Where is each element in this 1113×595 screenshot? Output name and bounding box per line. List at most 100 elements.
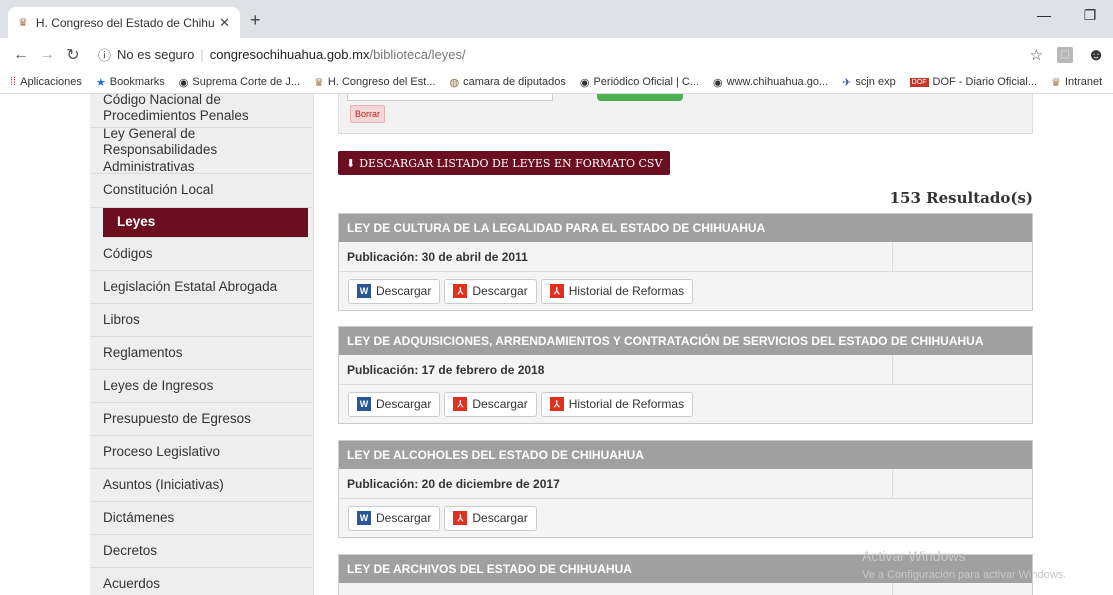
- law-card: LEY DE ALCOHOLES DEL ESTADO DE CHIHUAHUA…: [338, 440, 1033, 538]
- window-controls: — ❐: [1021, 0, 1113, 30]
- sidebar-item-libros[interactable]: Libros: [90, 304, 313, 337]
- pdf-icon: ⅄: [549, 397, 564, 411]
- tab-bar: ♛ H. Congreso del Estado de Chihu ✕ + — …: [0, 0, 1113, 38]
- sidebar-item-asuntos[interactable]: Asuntos (Iniciativas): [90, 469, 313, 502]
- pdf-icon: ⅄: [549, 284, 564, 298]
- globe-icon: ◉: [579, 76, 590, 89]
- main-content: Borrar ⬇ DESCARGAR LISTADO DE LEYES EN F…: [314, 94, 1113, 595]
- apps-grid-icon: ⁞⁞: [10, 76, 17, 88]
- dof-icon: DOF: [909, 77, 929, 87]
- law-title: LEY DE CULTURA DE LA LEGALIDAD PARA EL E…: [339, 214, 1032, 242]
- address-bar[interactable]: ⓘ No es seguro | congresochihuahua.gob.m…: [90, 42, 1020, 68]
- law-publication: Publicación: 17 de febrero de 2018: [339, 355, 1032, 385]
- download-word-button[interactable]: W Descargar: [348, 391, 441, 417]
- law-card: LEY DE ADQUISICIONES, ARRENDAMIENTOS Y C…: [338, 326, 1033, 424]
- url-host: congresochihuahua.gob.mx: [209, 47, 370, 62]
- star-icon: ★: [95, 76, 106, 89]
- pdf-icon: ⅄: [453, 397, 468, 411]
- law-title: LEY DE ALCOHOLES DEL ESTADO DE CHIHUAHUA: [339, 441, 1032, 469]
- download-icon: ⬇: [346, 156, 356, 170]
- restore-icon[interactable]: ❐: [1067, 0, 1113, 30]
- security-label: No es seguro: [117, 47, 195, 62]
- camara-icon: ◍: [449, 76, 460, 89]
- toolbar-actions: ☆ ⬚ ☻: [1030, 45, 1105, 65]
- download-word-button[interactable]: W Descargar: [348, 505, 441, 531]
- bookmark-bookmarks[interactable]: ★ Bookmarks: [96, 76, 165, 89]
- download-pdf-button[interactable]: ⅄ Descargar: [444, 391, 537, 417]
- new-tab-button[interactable]: +: [250, 10, 261, 31]
- pdf-icon: ⅄: [453, 511, 468, 525]
- download-word-button[interactable]: W Descargar: [348, 278, 441, 304]
- page-content: Código Nacional de Procedimientos Penale…: [0, 94, 1113, 595]
- sidebar-item-reglamentos[interactable]: Reglamentos: [90, 337, 313, 370]
- windows-activation-title: Activar Windows: [862, 548, 966, 564]
- info-icon[interactable]: ⓘ: [98, 45, 111, 64]
- bookmark-camara[interactable]: ◍ camara de diputados: [450, 76, 566, 89]
- clear-filter-button[interactable]: Borrar: [350, 105, 386, 123]
- close-tab-icon[interactable]: ✕: [219, 15, 230, 31]
- bookmark-chihuahua[interactable]: ◉ www.chihuahua.go...: [713, 76, 828, 89]
- bookmark-suprema[interactable]: ◉ Suprema Corte de J...: [179, 76, 300, 89]
- reform-history-button[interactable]: ⅄ Historial de Reformas: [540, 391, 694, 417]
- search-input[interactable]: [347, 94, 553, 101]
- sidebar-item-codigo-nacional[interactable]: Código Nacional de Procedimientos Penale…: [90, 94, 313, 128]
- law-publication: [339, 583, 1032, 595]
- bookmark-scjn[interactable]: ✈ scjn exp: [842, 76, 896, 89]
- word-icon: W: [357, 284, 371, 298]
- law-actions: W Descargar ⅄ Descargar ⅄ Historial de Refo…: [339, 272, 1032, 310]
- law-publication: Publicación: 30 de abril de 2011: [339, 242, 1032, 272]
- sidebar-item-decretos[interactable]: Decretos: [90, 535, 313, 568]
- law-actions: W Descargar ⅄ Descargar ⅄ Historial de Refo…: [339, 385, 1032, 423]
- word-icon: W: [357, 397, 371, 411]
- bookmark-congreso[interactable]: ♛ H. Congreso del Est...: [314, 76, 435, 89]
- download-csv-button[interactable]: ⬇ DESCARGAR LISTADO DE LEYES EN FORMATO …: [338, 151, 671, 175]
- bookmark-intranet[interactable]: ♛ Intranet: [1051, 76, 1102, 89]
- download-pdf-button[interactable]: ⅄ Descargar: [444, 505, 537, 531]
- bookmark-star-icon[interactable]: ☆: [1030, 46, 1043, 64]
- forward-icon[interactable]: →: [34, 46, 60, 64]
- globe-icon: ◉: [713, 76, 723, 89]
- sidebar-item-codigos[interactable]: Códigos: [90, 238, 313, 271]
- browser-toolbar: ← → ↻ ⓘ No es seguro | congresochihuahua…: [0, 38, 1113, 71]
- scjn-icon: ✈: [842, 76, 852, 89]
- law-publication: Publicación: 20 de diciembre de 2017: [339, 469, 1032, 499]
- profile-icon[interactable]: ☻: [1087, 45, 1105, 65]
- browser-tab[interactable]: ♛ H. Congreso del Estado de Chihu ✕: [8, 7, 240, 38]
- word-icon: W: [357, 511, 371, 525]
- sidebar-item-leyes[interactable]: Leyes: [103, 208, 308, 238]
- reload-icon[interactable]: ↻: [60, 45, 86, 65]
- search-button[interactable]: [597, 94, 683, 101]
- congreso-icon: ♛: [1051, 76, 1061, 89]
- tab-title: H. Congreso del Estado de Chihu: [35, 15, 215, 30]
- bookmark-apps[interactable]: ⁞⁞ Aplicaciones: [10, 76, 82, 88]
- law-title: LEY DE ADQUISICIONES, ARRENDAMIENTOS Y C…: [339, 327, 1032, 355]
- bookmark-dof[interactable]: DOF DOF - Diario Oficial...: [909, 76, 1037, 88]
- sidebar-item-ley-general[interactable]: Ley General de Responsabilidades Adminis…: [90, 126, 313, 174]
- reform-history-button[interactable]: ⅄ Historial de Reformas: [540, 278, 694, 304]
- sidebar-item-leyes-ingresos[interactable]: Leyes de Ingresos: [90, 370, 313, 403]
- sidebar-item-presupuesto-egresos[interactable]: Presupuesto de Egresos: [90, 403, 313, 436]
- results-count: 153 Resultado(s): [889, 189, 1033, 207]
- back-icon[interactable]: ←: [8, 46, 34, 64]
- congreso-icon: ♛: [314, 76, 324, 89]
- sidebar-item-acuerdos[interactable]: Acuerdos: [90, 568, 313, 595]
- url-path: /biblioteca/leyes/: [369, 47, 466, 62]
- sidebar: Código Nacional de Procedimientos Penale…: [90, 94, 314, 595]
- bookmarks-bar: ⁞⁞ Aplicaciones ★ Bookmarks ◉ Suprema Corte…: [0, 71, 1113, 94]
- pdf-extension-icon[interactable]: ⬚: [1057, 46, 1074, 63]
- sidebar-item-constitucion-local[interactable]: Constitución Local: [90, 174, 313, 208]
- windows-activation-subtitle: Ve a Configuración para activar Windows.: [862, 569, 1067, 581]
- search-filter-panel: Borrar: [338, 94, 1033, 134]
- law-actions: W Descargar ⅄ Descargar: [339, 499, 1032, 537]
- congreso-favicon-icon: ♛: [18, 17, 28, 29]
- minimize-icon[interactable]: —: [1021, 0, 1067, 30]
- sidebar-item-legislacion-abrogada[interactable]: Legislación Estatal Abrogada: [90, 271, 313, 304]
- address-separator: |: [200, 47, 204, 62]
- sidebar-item-proceso-legislativo[interactable]: Proceso Legislativo: [90, 436, 313, 469]
- law-card: LEY DE CULTURA DE LA LEGALIDAD PARA EL E…: [338, 213, 1033, 311]
- pdf-icon: ⅄: [453, 284, 468, 298]
- sidebar-item-dictamenes[interactable]: Dictámenes: [90, 502, 313, 535]
- download-pdf-button[interactable]: ⅄ Descargar: [444, 278, 537, 304]
- bookmark-periodico[interactable]: ◉ Periódico Oficial | C...: [580, 76, 699, 89]
- globe-icon: ◉: [178, 76, 189, 89]
